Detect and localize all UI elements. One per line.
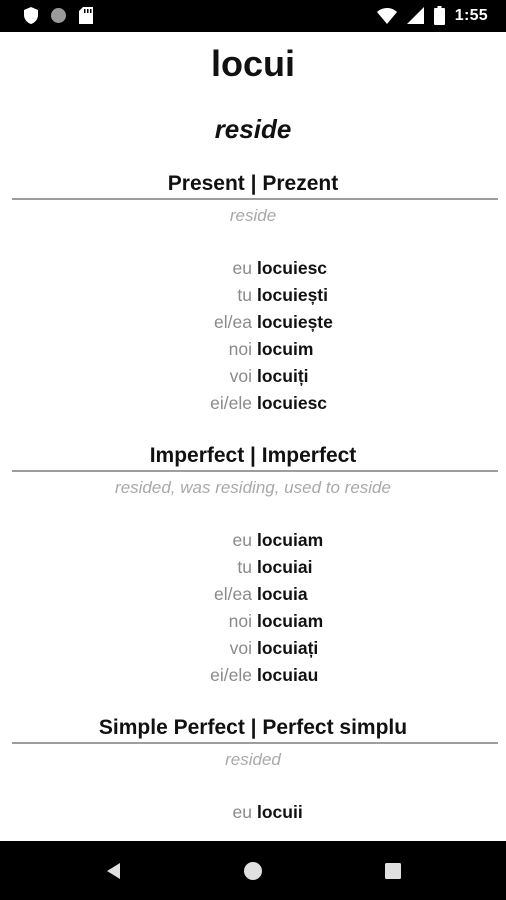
verb-title: locui <box>210 43 295 84</box>
conjugation-row: ei/ele locuiau <box>0 665 506 689</box>
conjugation-row: eu locuiam <box>0 530 506 554</box>
verb-form: locuiam <box>257 530 324 550</box>
verb-form: locuii <box>257 802 303 822</box>
verb-form: locuia <box>257 584 308 604</box>
pronoun: tu <box>237 285 252 305</box>
tense-title-simple-perfect: Simple Perfect | Perfect simplu <box>98 716 408 739</box>
verb-form: locuiți <box>257 366 309 386</box>
conjugation-row: noi locuiam <box>0 611 506 635</box>
pronoun: voi <box>229 638 252 658</box>
circle-icon <box>51 8 66 23</box>
tense-hint-present: reside <box>229 206 277 225</box>
pronoun: eu <box>232 802 252 822</box>
home-icon[interactable] <box>240 858 266 884</box>
conjugation-row: tu locuiești <box>0 285 506 309</box>
verb-form: locuiești <box>257 285 328 305</box>
shield-icon <box>24 7 38 24</box>
conjugation-row: voi locuiți <box>0 366 506 390</box>
conjugation-row: voi locuiați <box>0 638 506 662</box>
verb-form: locuiau <box>257 665 319 685</box>
pronoun: noi <box>228 611 252 631</box>
pronoun: el/ea <box>214 584 252 604</box>
verb-form: locuim <box>257 339 314 359</box>
conjugation-row: el/ea locuia <box>0 584 506 608</box>
tense-title-present: Present | Prezent <box>167 172 339 195</box>
verb-translation: reside <box>214 114 292 144</box>
pronoun: eu <box>232 258 252 278</box>
navigation-bar <box>0 841 506 900</box>
verb-form: locuiesc <box>257 258 328 278</box>
verb-form: locuiai <box>257 557 313 577</box>
tense-hint-simple-perfect: resided <box>225 750 281 769</box>
pronoun: tu <box>237 557 252 577</box>
verb-form: locuiați <box>257 638 319 658</box>
pronoun: eu <box>232 530 252 550</box>
conjugation-row: eu locuii <box>0 802 506 826</box>
tense-divider <box>12 470 498 472</box>
conjugation-row: tu locuiai <box>0 557 506 581</box>
back-icon[interactable] <box>101 858 127 884</box>
cellular-icon <box>406 7 424 24</box>
conjugation-row: noi locuim <box>0 339 506 363</box>
pronoun: ei/ele <box>210 393 252 413</box>
verb-form: locuiesc <box>257 393 328 413</box>
wifi-icon <box>376 7 397 24</box>
tense-divider <box>12 742 498 744</box>
conjugation-row: ei/ele locuiesc <box>0 393 506 417</box>
conjugation-row: eu locuiesc <box>0 258 506 282</box>
conjugation-row: el/ea locuiește <box>0 312 506 336</box>
pronoun: noi <box>228 339 252 359</box>
conjugation-content[interactable]: locui reside Present | Prezent reside eu… <box>0 32 506 841</box>
status-time: 1:55 <box>454 6 488 24</box>
sd-card-icon <box>79 7 93 24</box>
pronoun: voi <box>229 366 252 386</box>
pronoun: el/ea <box>214 312 252 332</box>
tense-hint-imperfect: resided, was residing, used to reside <box>115 478 391 497</box>
recents-icon[interactable] <box>380 858 406 884</box>
pronoun: ei/ele <box>210 665 252 685</box>
tense-title-imperfect: Imperfect | Imperfect <box>149 444 357 467</box>
status-bar: 1:55 <box>0 0 506 32</box>
verb-form: locuiam <box>257 611 324 631</box>
verb-form: locuiește <box>257 312 333 332</box>
battery-icon <box>433 6 445 25</box>
status-icons-right: 1:55 <box>376 6 488 25</box>
tense-divider <box>12 198 498 200</box>
status-icons-left <box>24 7 93 24</box>
